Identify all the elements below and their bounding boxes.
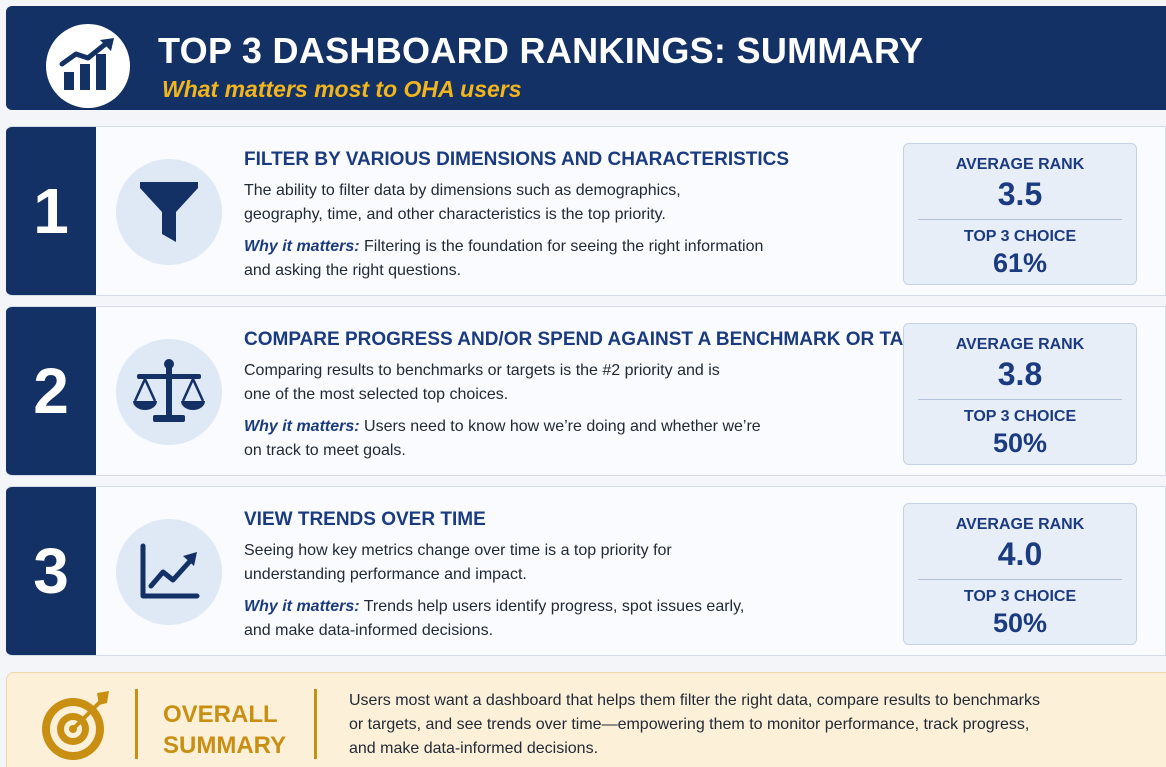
card-description: Seeing how key metrics change over time … bbox=[244, 542, 672, 583]
summary-text: Users most want a dashboard that helps t… bbox=[349, 692, 1040, 757]
rank-number: 2 bbox=[6, 307, 96, 475]
stat-divider bbox=[918, 399, 1122, 400]
ranking-card-1: 1 FILTER BY VARIOUS DIMENSIONS AND CHARA… bbox=[6, 126, 1166, 296]
page-subtitle: What matters most to OHA users bbox=[162, 76, 522, 102]
growth-chart-icon bbox=[46, 24, 130, 108]
why-it-matters: Why it matters: Users need to know how w… bbox=[244, 415, 764, 463]
header-banner: TOP 3 DASHBOARD RANKINGS: SUMMARY What m… bbox=[6, 6, 1166, 110]
top3-choice-value: 61% bbox=[992, 248, 1048, 278]
card-heading: VIEW TRENDS OVER TIME bbox=[244, 509, 486, 530]
ranking-card-3: 3 VIEW TRENDS OVER TIME Seeing how key m… bbox=[6, 486, 1166, 656]
summary-divider bbox=[135, 689, 138, 759]
rank-number: 3 bbox=[6, 487, 96, 655]
average-rank-value: 3.8 bbox=[997, 356, 1043, 392]
why-label: Why it matters: bbox=[244, 418, 360, 435]
stats-box: AVERAGE RANK 3.8 TOP 3 CHOICE 50% bbox=[903, 323, 1137, 465]
stats-box: AVERAGE RANK 3.5 TOP 3 CHOICE 61% bbox=[903, 143, 1137, 285]
top3-choice-label: TOP 3 CHOICE bbox=[963, 408, 1077, 425]
average-rank-label: AVERAGE RANK bbox=[955, 336, 1085, 353]
card-heading: COMPARE PROGRESS AND/OR SPEND AGAINST A … bbox=[244, 329, 957, 350]
stat-divider bbox=[918, 219, 1122, 220]
top3-choice-label: TOP 3 CHOICE bbox=[963, 228, 1077, 245]
summary-title: OVERALL SUMMARY bbox=[163, 701, 287, 759]
overall-summary-panel: OVERALL SUMMARY Users most want a dashbo… bbox=[6, 672, 1166, 767]
average-rank-label: AVERAGE RANK bbox=[955, 516, 1085, 533]
summary-divider bbox=[314, 689, 317, 759]
average-rank-value: 3.5 bbox=[997, 176, 1043, 212]
top3-choice-value: 50% bbox=[992, 608, 1048, 638]
rank-number: 1 bbox=[6, 127, 96, 295]
why-label: Why it matters: bbox=[244, 598, 360, 615]
average-rank-label: AVERAGE RANK bbox=[955, 156, 1085, 173]
page-title: TOP 3 DASHBOARD RANKINGS: SUMMARY bbox=[158, 30, 924, 71]
card-description: Comparing results to benchmarks or targe… bbox=[244, 362, 720, 403]
why-it-matters: Why it matters: Filtering is the foundat… bbox=[244, 235, 764, 283]
scale-icon bbox=[116, 339, 222, 445]
why-it-matters: Why it matters: Trends help users identi… bbox=[244, 595, 764, 643]
top3-choice-label: TOP 3 CHOICE bbox=[963, 588, 1077, 605]
stat-divider bbox=[918, 579, 1122, 580]
stats-box: AVERAGE RANK 4.0 TOP 3 CHOICE 50% bbox=[903, 503, 1137, 645]
average-rank-value: 4.0 bbox=[997, 536, 1043, 572]
why-label: Why it matters: bbox=[244, 238, 360, 255]
trend-chart-icon bbox=[116, 519, 222, 625]
card-heading: FILTER BY VARIOUS DIMENSIONS AND CHARACT… bbox=[244, 149, 790, 170]
card-description: The ability to filter data by dimensions… bbox=[244, 182, 681, 223]
ranking-card-2: 2 COMPARE PROGRESS AND/OR SPEND AGAINST … bbox=[6, 306, 1166, 476]
target-icon bbox=[42, 691, 109, 760]
funnel-icon bbox=[116, 159, 222, 265]
top3-choice-value: 50% bbox=[992, 428, 1048, 458]
